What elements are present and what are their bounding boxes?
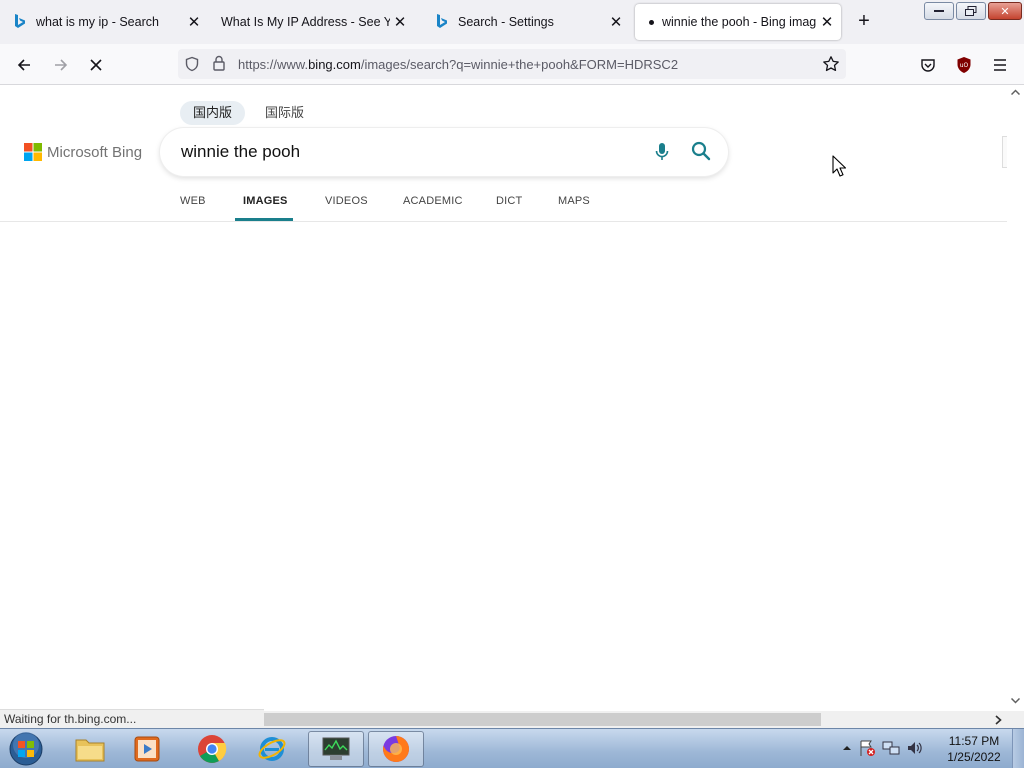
scroll-right-arrow-icon bbox=[995, 715, 1002, 725]
close-tab-icon[interactable]: ✕ bbox=[184, 12, 204, 32]
ublock-origin-button[interactable]: uO bbox=[951, 52, 977, 78]
horizontal-scrollbar[interactable] bbox=[263, 711, 1024, 728]
scroll-up-arrow-icon bbox=[1011, 89, 1020, 95]
close-tab-icon[interactable]: ✕ bbox=[390, 12, 410, 32]
vertical-scrollbar[interactable] bbox=[1007, 86, 1024, 711]
web-page: Microsoft Bing 国内版 国际版 winnie the pooh W… bbox=[0, 86, 1007, 711]
network-icon[interactable] bbox=[882, 739, 900, 757]
tab-what-is-my-ip[interactable]: what is my ip - Search ✕ bbox=[8, 4, 208, 40]
action-center-flag-icon[interactable] bbox=[858, 739, 876, 757]
tab-what-is-my-ip-address[interactable]: What Is My IP Address - See Your ✕ bbox=[214, 4, 414, 40]
arrow-left-icon bbox=[17, 59, 30, 71]
tab-title: Search - Settings bbox=[458, 15, 554, 29]
arrow-right-icon bbox=[55, 59, 68, 71]
status-bar: Waiting for th.bing.com... bbox=[0, 709, 264, 728]
internet-explorer-icon bbox=[258, 737, 286, 761]
scope-images[interactable]: IMAGES bbox=[243, 195, 288, 207]
tab-winnie-the-pooh[interactable]: winnie the pooh - Bing imag ✕ bbox=[635, 4, 841, 40]
taskbar-media-player[interactable] bbox=[120, 731, 176, 767]
new-tab-button[interactable]: + bbox=[852, 11, 876, 32]
close-tab-icon[interactable]: ✕ bbox=[606, 12, 626, 32]
chrome-icon bbox=[198, 735, 227, 763]
taskbar-chrome[interactable] bbox=[184, 731, 240, 767]
ublock-icon: uO bbox=[957, 57, 971, 73]
tab-title: What Is My IP Address - See Your bbox=[221, 15, 390, 29]
taskbar: 11:57 PM 1/25/2022 bbox=[0, 728, 1024, 768]
url-path: /images/search?q=winnie+the+pooh&FORM=HD… bbox=[360, 57, 679, 72]
loading-dot-icon bbox=[649, 19, 654, 25]
firefox-icon bbox=[383, 736, 410, 762]
scroll-down-arrow-icon bbox=[1011, 698, 1020, 704]
task-manager-icon bbox=[322, 737, 350, 760]
show-desktop-button[interactable] bbox=[1012, 729, 1024, 768]
search-box[interactable]: winnie the pooh bbox=[160, 128, 728, 176]
search-icon[interactable] bbox=[691, 141, 711, 166]
bing-icon bbox=[434, 14, 450, 30]
folder-icon bbox=[75, 739, 105, 762]
hamburger-menu-icon bbox=[994, 59, 1006, 71]
taskbar-firefox[interactable] bbox=[368, 731, 424, 767]
bing-logo-text: Microsoft Bing bbox=[47, 143, 143, 161]
bing-icon bbox=[12, 14, 28, 30]
url-domain: bing.com bbox=[308, 57, 361, 72]
taskbar-file-explorer[interactable] bbox=[62, 731, 118, 767]
start-button[interactable] bbox=[6, 730, 46, 768]
scope-academic[interactable]: ACADEMIC bbox=[403, 195, 463, 207]
market-domestic[interactable]: 国内版 bbox=[180, 101, 246, 125]
market-international[interactable]: 国际版 bbox=[252, 101, 317, 125]
mouse-cursor-icon bbox=[832, 155, 846, 177]
tab-strip: what is my ip - Search ✕ What Is My IP A… bbox=[0, 0, 1024, 44]
restore-button[interactable] bbox=[956, 2, 986, 20]
url-prefix: https://www. bbox=[238, 57, 309, 72]
microphone-icon[interactable] bbox=[654, 142, 670, 167]
minimize-button[interactable] bbox=[924, 2, 954, 20]
show-hidden-icons-icon[interactable] bbox=[842, 744, 852, 752]
stop-loading-button[interactable] bbox=[83, 52, 109, 78]
lock-icon[interactable] bbox=[212, 55, 226, 76]
taskbar-task-manager[interactable] bbox=[308, 731, 364, 767]
volume-icon[interactable] bbox=[906, 739, 924, 757]
window-controls: ✕ bbox=[924, 2, 1022, 20]
scope-web[interactable]: WEB bbox=[180, 195, 206, 207]
search-scope-bar: WEB IMAGES VIDEOS ACADEMIC DICT MAPS bbox=[0, 186, 1007, 222]
pocket-button[interactable] bbox=[915, 52, 941, 78]
svg-text:uO: uO bbox=[960, 62, 969, 69]
microsoft-logo-icon bbox=[24, 143, 42, 161]
screen: what is my ip - Search ✕ What Is My IP A… bbox=[0, 0, 1024, 768]
back-button[interactable] bbox=[11, 52, 37, 78]
stop-icon bbox=[90, 59, 102, 71]
horizontal-scrollbar-thumb[interactable] bbox=[263, 713, 821, 726]
pocket-icon bbox=[921, 59, 935, 72]
active-scope-underline bbox=[235, 218, 293, 221]
close-window-button[interactable]: ✕ bbox=[988, 2, 1022, 20]
bookmark-star-icon[interactable] bbox=[822, 55, 840, 78]
bing-logo[interactable]: Microsoft Bing bbox=[24, 143, 142, 161]
scope-maps[interactable]: MAPS bbox=[558, 195, 590, 207]
media-player-icon bbox=[134, 736, 160, 762]
tab-search-settings[interactable]: Search - Settings ✕ bbox=[430, 4, 630, 40]
tracking-protection-shield-icon[interactable] bbox=[184, 56, 200, 77]
system-tray bbox=[842, 739, 924, 757]
forward-button[interactable] bbox=[48, 52, 74, 78]
search-input[interactable]: winnie the pooh bbox=[181, 142, 300, 162]
taskbar-clock[interactable]: 11:57 PM 1/25/2022 bbox=[940, 733, 1008, 765]
url-text[interactable]: https://www.bing.com/images/search?q=win… bbox=[238, 57, 678, 72]
clock-time: 11:57 PM bbox=[948, 734, 1000, 748]
close-tab-icon[interactable]: ✕ bbox=[817, 12, 837, 32]
address-bar[interactable]: https://www.bing.com/images/search?q=win… bbox=[178, 49, 846, 79]
navigation-bar: https://www.bing.com/images/search?q=win… bbox=[0, 44, 1024, 85]
tab-title: what is my ip - Search bbox=[36, 15, 159, 29]
taskbar-internet-explorer[interactable] bbox=[244, 731, 300, 767]
scope-videos[interactable]: VIDEOS bbox=[325, 195, 368, 207]
menu-button[interactable] bbox=[987, 52, 1013, 78]
scope-dict[interactable]: DICT bbox=[496, 195, 522, 207]
clock-date: 1/25/2022 bbox=[947, 750, 1001, 764]
windows-start-orb-icon bbox=[9, 732, 43, 766]
tab-title: winnie the pooh - Bing imag bbox=[662, 15, 817, 29]
